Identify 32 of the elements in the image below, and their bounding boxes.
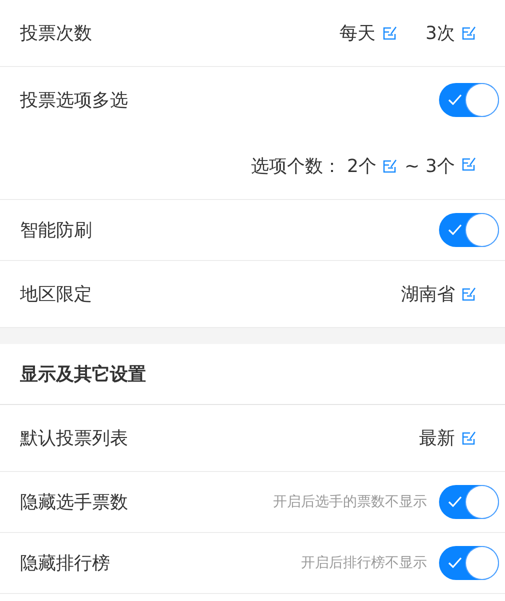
check-icon xyxy=(448,224,462,235)
setting-value: 每天 xyxy=(340,22,376,45)
edit-icon[interactable] xyxy=(382,25,398,41)
edit-icon[interactable] xyxy=(461,430,477,446)
range-separator: ~ xyxy=(404,156,420,176)
edit-icon[interactable] xyxy=(461,25,477,41)
toggle-switch[interactable] xyxy=(439,546,499,580)
check-icon xyxy=(448,557,462,568)
setting-value: 最新 xyxy=(419,427,455,450)
check-icon xyxy=(448,94,462,105)
hint-text: 开启后排行榜不显示 xyxy=(301,554,427,572)
toggle-switch[interactable] xyxy=(439,83,499,117)
setting-value: 2个 xyxy=(347,155,376,178)
setting-value: 3次 xyxy=(426,22,455,45)
setting-label: 投票选项多选 xyxy=(20,89,129,112)
setting-label: 智能防刷 xyxy=(20,219,93,242)
hint-text: 开启后选手的票数不显示 xyxy=(273,493,427,511)
toggle-switch[interactable] xyxy=(439,485,499,519)
setting-label: 地区限定 xyxy=(20,283,93,306)
setting-value: 湖南省 xyxy=(401,283,455,306)
edit-icon[interactable] xyxy=(461,286,477,302)
setting-label: 选项个数： xyxy=(251,155,341,178)
check-icon xyxy=(448,496,462,507)
toggle-switch[interactable] xyxy=(439,213,499,247)
edit-icon[interactable] xyxy=(461,156,477,172)
section-title: 显示及其它设置 xyxy=(20,363,146,386)
edit-icon[interactable] xyxy=(382,158,398,174)
setting-label: 投票次数 xyxy=(20,22,93,45)
setting-label: 默认投票列表 xyxy=(20,427,129,450)
setting-value: 3个 xyxy=(426,155,455,178)
setting-label: 隐藏排行榜 xyxy=(20,552,111,575)
setting-label: 隐藏选手票数 xyxy=(20,491,129,514)
